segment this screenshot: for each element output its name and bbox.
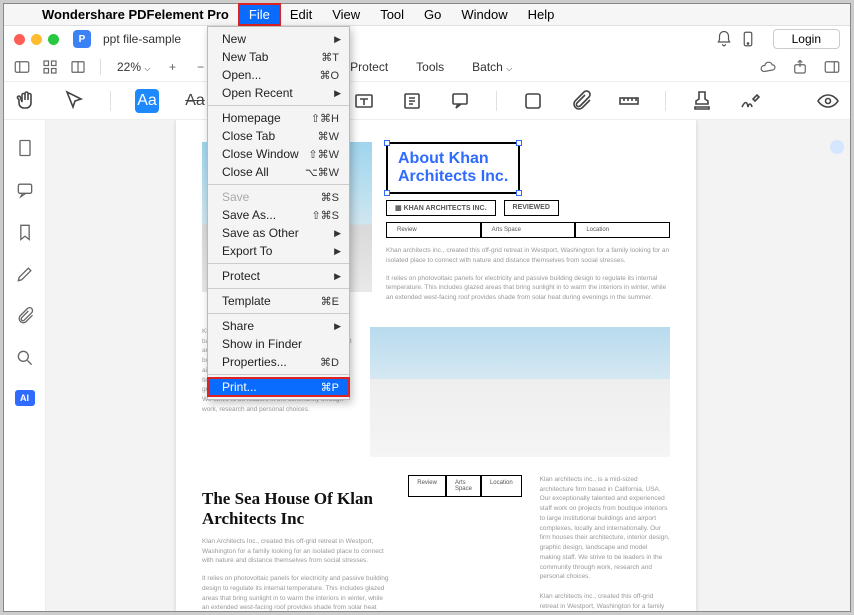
highlight-tool[interactable]: Aa xyxy=(135,89,159,113)
mac-menubar: Wondershare PDFelement Pro File Edit Vie… xyxy=(4,4,850,26)
tab-tools[interactable]: Tools xyxy=(406,60,454,74)
hand-tool-icon[interactable] xyxy=(14,89,38,113)
login-button[interactable]: Login xyxy=(773,29,840,49)
menu-item-open-recent[interactable]: Open Recent▶ xyxy=(208,84,349,102)
menu-item-close-window[interactable]: Close Window⇧⌘W xyxy=(208,145,349,163)
bookmarks-panel-icon[interactable] xyxy=(15,222,35,242)
menu-item-close-all[interactable]: Close All⌥⌘W xyxy=(208,163,349,181)
mobile-icon[interactable] xyxy=(739,30,757,48)
window-chrome: P ppt file-sample Login xyxy=(4,26,850,52)
window-close-button[interactable] xyxy=(14,34,25,45)
menu-item-properties[interactable]: Properties...⌘D xyxy=(208,353,349,371)
menu-item-homepage[interactable]: Homepage⇧⌘H xyxy=(208,109,349,127)
tab-batch[interactable]: Batch ⌵ xyxy=(462,60,522,74)
zoom-select[interactable]: 22% ⌵ xyxy=(113,60,154,74)
thumbnails-panel-icon[interactable] xyxy=(15,138,35,158)
callout-tool-icon[interactable] xyxy=(448,89,472,113)
ai-panel-button[interactable]: AI xyxy=(15,390,35,406)
building-image xyxy=(370,327,670,457)
menu-item-new-tab[interactable]: New Tab⌘T xyxy=(208,48,349,66)
menu-help[interactable]: Help xyxy=(518,4,565,25)
reading-view-icon[interactable] xyxy=(68,57,88,77)
menu-tool[interactable]: Tool xyxy=(370,4,414,25)
search-panel-icon[interactable] xyxy=(15,348,35,368)
menu-item-share[interactable]: Share▶ xyxy=(208,317,349,335)
thumbnails-icon[interactable] xyxy=(40,57,60,77)
app-name[interactable]: Wondershare PDFelement Pro xyxy=(32,7,239,22)
eye-icon[interactable] xyxy=(816,89,840,113)
file-menu-dropdown: New▶New Tab⌘TOpen...⌘OOpen Recent▶ Homepa… xyxy=(207,26,350,400)
strikeout-tool[interactable]: Aa xyxy=(183,89,207,113)
zoom-in-button[interactable]: + xyxy=(162,57,182,77)
body-text: It relies on photovoltaic panels for ele… xyxy=(386,274,670,303)
body-text: Klan Architects Inc., created this off-g… xyxy=(202,537,390,566)
note-tool-icon[interactable] xyxy=(400,89,424,113)
signature-tool-icon[interactable] xyxy=(738,89,762,113)
meta-row: ReviewArts SpaceLocation xyxy=(408,475,521,497)
shape-tool-icon[interactable] xyxy=(521,89,545,113)
menu-item-open[interactable]: Open...⌘O xyxy=(208,66,349,84)
menu-item-save-as[interactable]: Save As...⇧⌘S xyxy=(208,206,349,224)
window-zoom-button[interactable] xyxy=(48,34,59,45)
comments-panel-icon[interactable] xyxy=(15,180,35,200)
menu-go[interactable]: Go xyxy=(414,4,451,25)
view-toolbar: 22% ⌵ + − Edit Form Protect Tools Batch … xyxy=(4,52,850,82)
page-handle[interactable] xyxy=(830,140,844,154)
app-icon: P xyxy=(73,30,91,48)
hero-title-line1: About Khan xyxy=(398,150,489,167)
share-icon[interactable] xyxy=(790,57,810,77)
edit-panel-icon[interactable] xyxy=(15,264,35,284)
sidebar-toggle-icon[interactable] xyxy=(12,57,32,77)
menu-item-new[interactable]: New▶ xyxy=(208,30,349,48)
section-heading: The Sea House Of Klan Architects Inc xyxy=(202,489,390,529)
menu-item-template[interactable]: Template⌘E xyxy=(208,292,349,310)
menu-item-print[interactable]: Print...⌘P xyxy=(208,378,349,396)
left-rail: AI xyxy=(4,120,46,611)
selected-text-box[interactable]: About Khan Architects Inc. xyxy=(386,142,520,194)
menu-window[interactable]: Window xyxy=(451,4,517,25)
reviewed-box: REVIEWED xyxy=(504,200,559,216)
window-minimize-button[interactable] xyxy=(31,34,42,45)
annotation-toolbar: Aa Aa Aa xyxy=(4,82,850,120)
hero-title-line2: Architects Inc. xyxy=(398,168,508,185)
menu-item-save: Save⌘S xyxy=(208,188,349,206)
bell-icon[interactable] xyxy=(715,30,733,48)
textbox-tool-icon[interactable] xyxy=(352,89,376,113)
panel-right-icon[interactable] xyxy=(822,57,842,77)
menu-view[interactable]: View xyxy=(322,4,370,25)
meta-row: ReviewArts SpaceLocation xyxy=(386,222,670,238)
body-text: Khan architects inc., created this off-g… xyxy=(386,246,670,266)
measure-tool-icon[interactable] xyxy=(617,89,641,113)
stamp-tool-icon[interactable] xyxy=(690,89,714,113)
body-text: It relies on photovoltaic panels for ele… xyxy=(202,574,390,611)
document-tab-title[interactable]: ppt file-sample xyxy=(103,32,181,46)
menu-item-save-as-other[interactable]: Save as Other▶ xyxy=(208,224,349,242)
menu-item-protect[interactable]: Protect▶ xyxy=(208,267,349,285)
document-canvas[interactable]: About Khan Architects Inc. ▦ KHAN ARCHIT… xyxy=(46,120,850,611)
cloud-icon[interactable] xyxy=(758,57,778,77)
brand-box: ▦ KHAN ARCHITECTS INC. xyxy=(386,200,496,216)
menu-edit[interactable]: Edit xyxy=(280,4,322,25)
attachment-tool-icon[interactable] xyxy=(569,89,593,113)
body-text: Klan architects inc., is a mid-sized arc… xyxy=(540,475,670,611)
menu-item-export-to[interactable]: Export To▶ xyxy=(208,242,349,260)
attachments-panel-icon[interactable] xyxy=(15,306,35,326)
menu-item-close-tab[interactable]: Close Tab⌘W xyxy=(208,127,349,145)
menu-file[interactable]: File xyxy=(239,4,280,25)
menu-item-show-in-finder[interactable]: Show in Finder xyxy=(208,335,349,353)
select-tool-icon[interactable] xyxy=(62,89,86,113)
